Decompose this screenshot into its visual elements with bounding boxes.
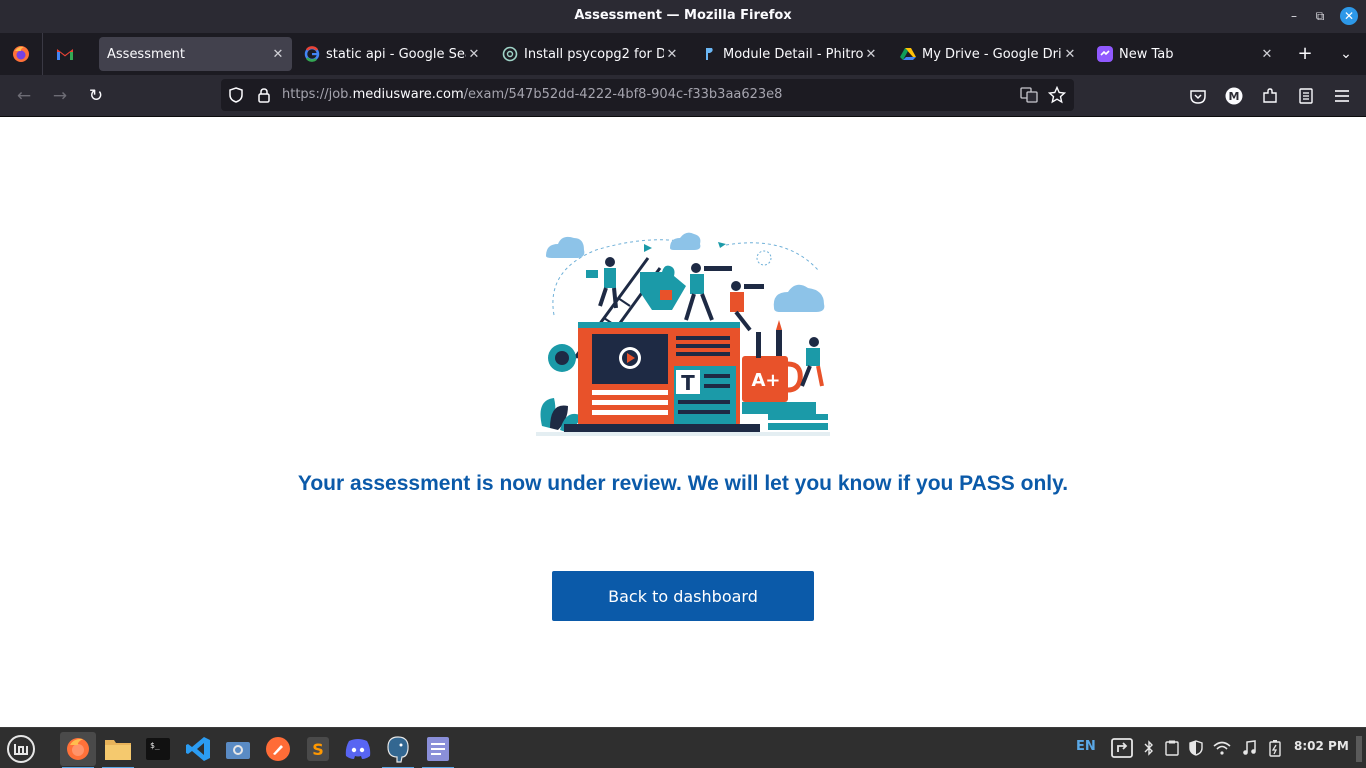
wifi-icon[interactable] [1213,738,1231,758]
close-icon[interactable]: ✕ [863,47,879,62]
battery-icon[interactable] [1266,738,1284,758]
tab-google-search[interactable]: static api - Google Search ✕ [298,37,488,71]
illustration-grade: A+ [751,370,780,391]
taskbar-mint-menu[interactable] [3,732,39,766]
tab-assessment[interactable]: Assessment ✕ [99,37,292,71]
taskbar-postman[interactable] [260,732,296,766]
url-text[interactable]: https://job.mediusware.com/exam/547b52dd… [282,87,782,102]
postgres-icon [387,736,409,763]
tab-phitron[interactable]: Module Detail - Phitron ✕ [695,37,885,71]
phitron-icon [701,46,717,62]
bluetooth-icon[interactable] [1140,738,1158,758]
sublime-icon: S [307,737,329,761]
taskbar: $_ S EN 8:02 PM [0,727,1366,768]
taskbar-sublime[interactable]: S [300,732,336,766]
taskbar-screenshot[interactable] [220,732,256,766]
vscode-icon [186,737,210,761]
bookmark-star-icon[interactable] [1048,86,1066,104]
reading-list-icon[interactable] [1296,86,1316,106]
svg-text:S: S [312,740,324,759]
close-icon[interactable]: ✕ [466,47,482,62]
tab-label: Module Detail - Phitron [723,46,863,62]
tab-label: New Tab [1119,46,1174,62]
google-drive-icon [900,46,916,62]
restore-button[interactable]: ⧉ [1311,7,1329,25]
show-desktop-button[interactable] [1356,736,1362,762]
address-bar[interactable]: https://job.mediusware.com/exam/547b52dd… [221,79,1074,111]
taskbar-terminal[interactable]: $_ [140,732,176,766]
tab-label: Assessment [107,46,185,62]
taskbar-firefox[interactable] [60,732,96,768]
tab-strip: Assessment ✕ static api - Google Search … [0,33,1366,75]
taskbar-discord[interactable] [340,732,376,766]
window-titlebar: Assessment — Mozilla Firefox – ⧉ ✕ [0,0,1366,33]
postman-icon [266,737,290,761]
shield-icon[interactable] [1187,738,1205,758]
text-editor-icon [427,737,449,761]
forward-button[interactable]: → [48,84,72,108]
terminal-icon: $_ [146,738,170,760]
discord-icon [345,739,371,759]
close-icon[interactable]: ✕ [1259,47,1275,62]
openai-icon [502,46,518,62]
gmail-icon [57,49,73,60]
pinned-tab-firefox[interactable] [3,38,39,70]
navigation-toolbar: ← → ↻ https://job.mediusware.com/exam/54… [0,75,1366,117]
tab-google-drive[interactable]: My Drive - Google Drive ✕ [894,37,1084,71]
close-window-button[interactable]: ✕ [1340,7,1358,25]
menu-icon[interactable] [1332,86,1352,106]
clipboard-icon[interactable] [1163,738,1181,758]
keyboard-layout-indicator[interactable]: EN [1076,739,1096,754]
firefox-icon [67,738,89,760]
mint-menu-icon [7,735,35,763]
pinned-separator [42,33,43,75]
minimize-button[interactable]: – [1285,7,1303,25]
account-avatar-icon[interactable]: M [1224,86,1244,106]
pinned-tab-gmail[interactable] [47,38,83,70]
google-icon [304,46,320,62]
url-host: mediusware.com [352,87,464,102]
clock[interactable]: 8:02 PM [1294,739,1349,753]
list-all-tabs-button[interactable]: ⌄ [1334,42,1358,66]
close-icon[interactable]: ✕ [664,47,680,62]
files-icon [105,740,131,760]
url-path: /exam/547b52dd-4222-4bf8-904c-f33b3aa623… [463,87,783,102]
firefox-icon [13,46,29,62]
reload-button[interactable]: ↻ [84,84,108,108]
back-to-dashboard-button[interactable]: Back to dashboard [552,571,814,621]
back-button[interactable]: ← [12,84,36,108]
extensions-icon[interactable] [1260,86,1280,106]
firefox-newtab-icon [1097,46,1113,62]
close-icon[interactable]: ✕ [270,47,286,62]
translate-icon[interactable] [1020,86,1038,104]
taskbar-text-editor[interactable] [420,732,456,768]
close-icon[interactable]: ✕ [1062,47,1078,62]
assessment-illustration: T A+ [536,232,830,436]
update-manager-icon[interactable] [1110,738,1134,758]
taskbar-vscode[interactable] [180,732,216,766]
tab-new-tab[interactable]: New Tab ✕ [1091,37,1281,71]
lock-icon[interactable] [255,86,273,104]
tab-label: static api - Google Search [326,46,466,62]
review-status-message: Your assessment is now under review. We … [297,472,1069,495]
taskbar-files[interactable] [100,732,136,768]
screenshot-icon [226,742,250,759]
url-prefix: https://job. [282,87,353,102]
window-title: Assessment — Mozilla Firefox [574,8,792,23]
new-tab-button[interactable]: + [1293,42,1317,66]
tab-label: Install psycopg2 for Django [524,46,664,62]
taskbar-postgres[interactable] [380,732,416,768]
tracking-protection-icon[interactable] [227,86,245,104]
svg-text:M: M [1229,90,1240,103]
tab-label: My Drive - Google Drive [922,46,1062,62]
pocket-icon[interactable] [1188,86,1208,106]
sound-icon[interactable] [1240,738,1258,758]
tab-chatgpt[interactable]: Install psycopg2 for Django ✕ [496,37,686,71]
svg-text:$_: $_ [150,741,160,750]
illustration-text-letter: T [681,371,695,395]
